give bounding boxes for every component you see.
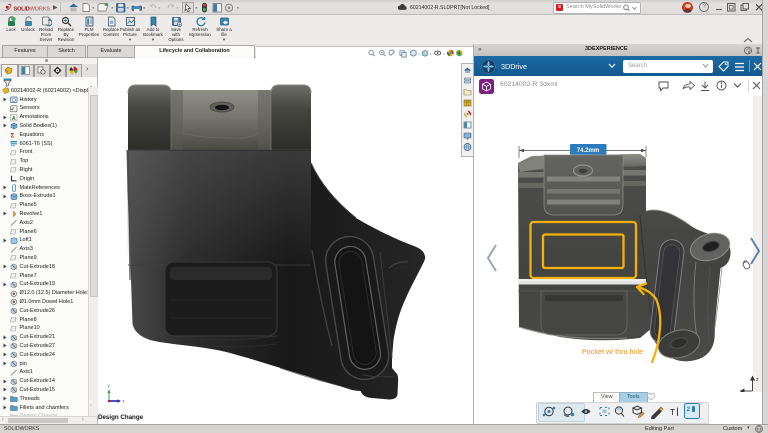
svg-text:A: A [12,115,16,121]
svg-text:z: z [123,399,126,404]
svg-text:Pocket w/ thru hole: Pocket w/ thru hole [582,347,643,356]
svg-text:z: z [756,377,759,383]
svg-text:T: T [670,407,675,417]
svg-text:WORKS: WORKS [30,7,51,13]
svg-text:SOLID: SOLID [14,7,30,13]
svg-text:74.2mm: 74.2mm [577,148,599,154]
svg-text:y: y [108,383,111,388]
svg-text:Σ: Σ [11,132,15,139]
